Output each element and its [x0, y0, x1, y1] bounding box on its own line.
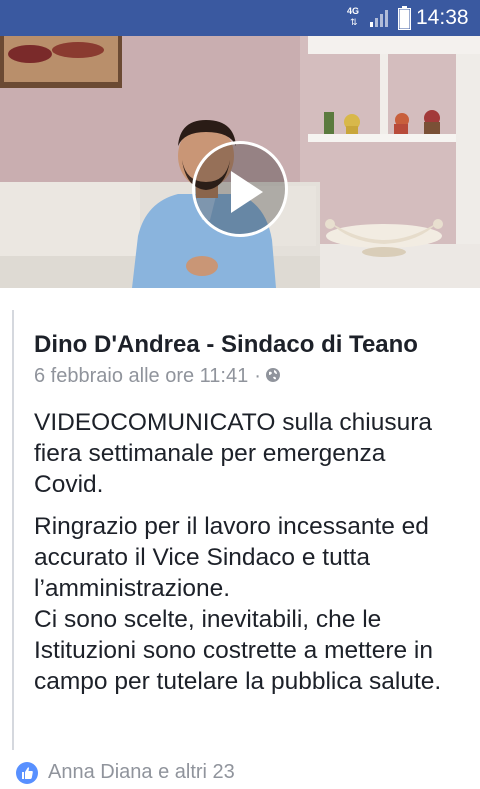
status-bar: 4G ⇅ 14:38	[0, 0, 480, 36]
post-timestamp[interactable]: 6 febbraio alle ore 11:41	[34, 365, 248, 387]
post-author[interactable]: Dino D'Andrea - Sindaco di Teano	[34, 330, 418, 360]
post-card: Dino D'Andrea - Sindaco di Teano 6 febbr…	[12, 310, 480, 750]
post-paragraph-1: VIDEOCOMUNICATO sulla chiusura fiera set…	[34, 409, 432, 498]
signal-bars-icon	[370, 10, 388, 27]
video-player[interactable]	[0, 36, 480, 288]
globe-icon	[265, 368, 280, 382]
post-body: VIDEOCOMUNICATO sulla chiusura fiera set…	[34, 407, 454, 697]
post-paragraph-2-line-1: Ringrazio per il lavoro incessante ed ac…	[34, 513, 429, 602]
data-arrows-icon: ⇅	[350, 17, 357, 27]
network-label: 4G	[347, 6, 360, 16]
like-icon	[16, 762, 38, 784]
play-button[interactable]	[192, 141, 288, 237]
reactions-text[interactable]: Anna Diana e altri 23	[48, 760, 235, 784]
status-time: 14:38	[416, 6, 469, 29]
post-paragraph-2-line-2: Ci sono scelte, inevitabili, che le Isti…	[34, 606, 442, 695]
post-meta: 6 febbraio alle ore 11:41 ·	[34, 364, 281, 388]
play-icon	[231, 171, 263, 213]
network-4g-icon: 4G ⇅	[347, 6, 365, 30]
thumbs-up-icon	[22, 767, 33, 779]
meta-separator: ·	[254, 365, 261, 387]
battery-icon	[398, 6, 411, 30]
